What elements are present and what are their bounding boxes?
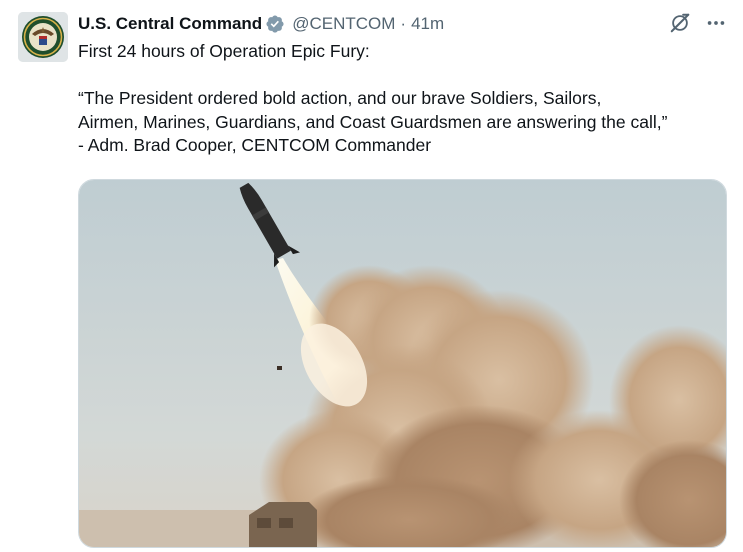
- tweet-header: U.S. Central Command @CENTCOM · 41m: [78, 12, 444, 36]
- more-icon[interactable]: [705, 12, 727, 34]
- avatar[interactable]: [18, 12, 68, 62]
- tweet-text-line: First 24 hours of Operation Epic Fury:: [78, 41, 370, 61]
- grok-icon[interactable]: [669, 12, 691, 34]
- tweet-timestamp[interactable]: 41m: [411, 14, 444, 34]
- author-handle[interactable]: @CENTCOM: [292, 14, 395, 34]
- tweet-text: First 24 hours of Operation Epic Fury: “…: [78, 40, 730, 158]
- tweet-media[interactable]: [78, 179, 727, 548]
- separator-dot: ·: [400, 14, 407, 33]
- tweet-text-line: Airmen, Marines, Guardians, and Coast Gu…: [78, 111, 668, 132]
- centcom-seal-icon: [18, 12, 68, 62]
- tweet-text-line: “The President ordered bold action, and …: [78, 88, 602, 108]
- tweet[interactable]: U.S. Central Command @CENTCOM · 41m Firs…: [0, 0, 743, 552]
- tweet-top-actions: [669, 12, 727, 34]
- author-display-name[interactable]: U.S. Central Command: [78, 14, 262, 34]
- verified-badge-icon: [266, 15, 284, 33]
- missile-launch-photo: [79, 180, 726, 547]
- tweet-text-line: - Adm. Brad Cooper, CENTCOM Commander: [78, 135, 432, 155]
